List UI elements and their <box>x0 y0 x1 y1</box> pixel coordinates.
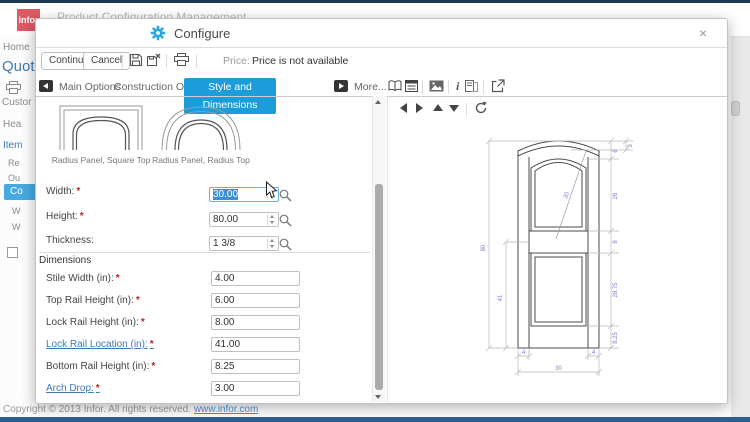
save-icon[interactable] <box>129 53 143 67</box>
price-label: Price: <box>223 55 250 67</box>
print-icon[interactable] <box>6 81 21 94</box>
pan-right-icon[interactable] <box>416 103 423 113</box>
scrollbar-down-arrow[interactable] <box>375 395 381 399</box>
footer-link[interactable]: www.infor.com <box>194 404 258 415</box>
scrollbar-up-arrow[interactable] <box>375 100 381 104</box>
page-scrollbar-thumb[interactable] <box>731 101 740 116</box>
dim-top-rail: 6 <box>613 149 619 153</box>
preview-toolbar-separator-1 <box>422 80 423 94</box>
arch-drop-input[interactable]: 3.00 <box>211 381 300 396</box>
dialog-title: Configure <box>174 26 231 41</box>
form-scrollbar-thumb[interactable] <box>375 184 383 390</box>
height-spinner[interactable] <box>267 214 277 225</box>
thickness-lookup-icon[interactable] <box>279 238 292 251</box>
stile-width-input[interactable]: 4.00 <box>211 271 300 286</box>
arch-drop-link[interactable]: Arch Drop: * <box>46 383 100 394</box>
width-lookup-icon[interactable] <box>279 189 292 202</box>
open-external-icon[interactable] <box>491 79 505 93</box>
sidebar-subitem-2[interactable]: Ou <box>8 173 20 183</box>
dim-top-panel: 26 <box>613 192 619 199</box>
section-divider <box>39 252 370 253</box>
toolbar-separator-3 <box>196 54 197 68</box>
top-rail-height-label: Top Rail Height (in): * <box>46 295 140 306</box>
configure-dialog: Configure × Continue Cancel Price: Price… <box>35 18 728 404</box>
cancel-button[interactable]: Cancel <box>83 52 131 70</box>
tab-scroll-back-icon[interactable] <box>39 80 53 92</box>
lock-rail-height-input[interactable]: 8.00 <box>211 315 300 330</box>
sidebar-subitem-1[interactable]: Re <box>8 158 20 168</box>
image-icon[interactable] <box>429 80 444 92</box>
dim-arch-drop: 3 <box>628 144 634 148</box>
thumbnail-label: Radius Panel, Square Top <box>51 155 151 165</box>
height-input-value: 80.00 <box>213 214 239 225</box>
tab-more[interactable]: More... <box>354 78 387 96</box>
width-input-value: 30.00 <box>213 189 239 200</box>
thickness-spinner[interactable] <box>267 238 277 249</box>
preview-toolbar-separator-3 <box>483 80 484 94</box>
thumbnail-radius-panel-square-top[interactable] <box>58 103 144 151</box>
dim-door-width: 30 <box>555 366 562 372</box>
sidebar-subitem-4[interactable]: W <box>12 222 21 232</box>
book-icon[interactable] <box>388 80 402 92</box>
sidebar-item-header[interactable]: Hea <box>3 119 21 130</box>
thickness-input-value: 1 3/8 <box>213 238 236 249</box>
pan-up-icon[interactable] <box>433 104 443 111</box>
door-drawing: 80 41 6 3 26 8 28.75 8.25 30 4 4 30 <box>481 137 634 376</box>
print-icon[interactable] <box>174 53 189 66</box>
reset-view-icon[interactable] <box>474 101 488 115</box>
tab-scroll-forward-icon[interactable] <box>334 80 348 92</box>
footer: Copyright © 2013 Infor. All rights reser… <box>3 404 258 415</box>
close-icon[interactable]: × <box>699 25 707 41</box>
dim-bottom-panel: 28.75 <box>613 282 619 298</box>
dim-stile-right: 4 <box>592 350 596 356</box>
pan-down-icon[interactable] <box>449 105 459 112</box>
sidebar-checkbox[interactable] <box>7 247 18 258</box>
thumbnail-radius-panel-radius-top[interactable] <box>158 103 244 151</box>
preview-toolbar-separator-2 <box>448 80 449 94</box>
thickness-label: Thickness: <box>46 235 94 246</box>
price-value: Price is not available <box>252 55 349 67</box>
dim-lock-rail-location: 41 <box>498 294 504 301</box>
gear-icon <box>150 25 166 41</box>
height-input[interactable]: 80.00 <box>209 212 279 227</box>
toolbar-separator-2 <box>166 54 167 68</box>
dimensions-section-title: Dimensions <box>39 255 92 266</box>
dim-door-height: 80 <box>481 244 487 251</box>
bottom-rail-height-input[interactable]: 8.25 <box>211 359 300 374</box>
sidebar-subitem-3[interactable]: W <box>12 206 21 216</box>
dim-lock-rail: 8 <box>613 240 619 244</box>
info-icon[interactable]: i <box>456 79 459 94</box>
document-icon[interactable] <box>464 80 478 92</box>
thumbnail-label: Radius Panel, Radius Top <box>152 155 250 165</box>
tab-main-options[interactable]: Main Options <box>59 78 121 96</box>
dim-stile-left: 4 <box>522 350 526 356</box>
preview-nav-separator <box>466 103 467 117</box>
height-lookup-icon[interactable] <box>279 214 292 227</box>
panel-divider <box>387 96 388 403</box>
breadcrumb[interactable]: Home <box>3 42 30 53</box>
lock-rail-location-link[interactable]: Lock Rail Location (in): * <box>46 339 154 350</box>
bottom-rail-height-label: Bottom Rail Height (in): * <box>46 361 156 372</box>
width-label: Width: * <box>46 186 81 197</box>
mouse-cursor <box>266 181 278 199</box>
save-and-close-icon[interactable] <box>146 53 161 67</box>
sidebar-item-customer[interactable]: Custor <box>2 97 31 108</box>
sidebar-item-items[interactable]: Item <box>3 140 22 151</box>
height-label: Height: * <box>46 211 84 222</box>
thickness-input[interactable]: 1 3/8 <box>209 236 279 251</box>
summary-icon[interactable] <box>405 80 418 92</box>
stile-width-label: Stile Width (in): * <box>46 273 120 284</box>
pan-left-icon[interactable] <box>400 103 407 113</box>
lock-rail-location-input[interactable]: 41.00 <box>211 337 300 352</box>
top-rail-height-input[interactable]: 6.00 <box>211 293 300 308</box>
bottom-navy-bar <box>0 417 750 422</box>
dialog-header <box>36 19 727 48</box>
lock-rail-height-label: Lock Rail Height (in): * <box>46 317 145 328</box>
dim-bottom-rail: 8.25 <box>613 332 619 344</box>
toolbar-separator-1 <box>122 54 123 68</box>
footer-copyright: Copyright © 2013 Infor. All rights reser… <box>3 404 192 415</box>
